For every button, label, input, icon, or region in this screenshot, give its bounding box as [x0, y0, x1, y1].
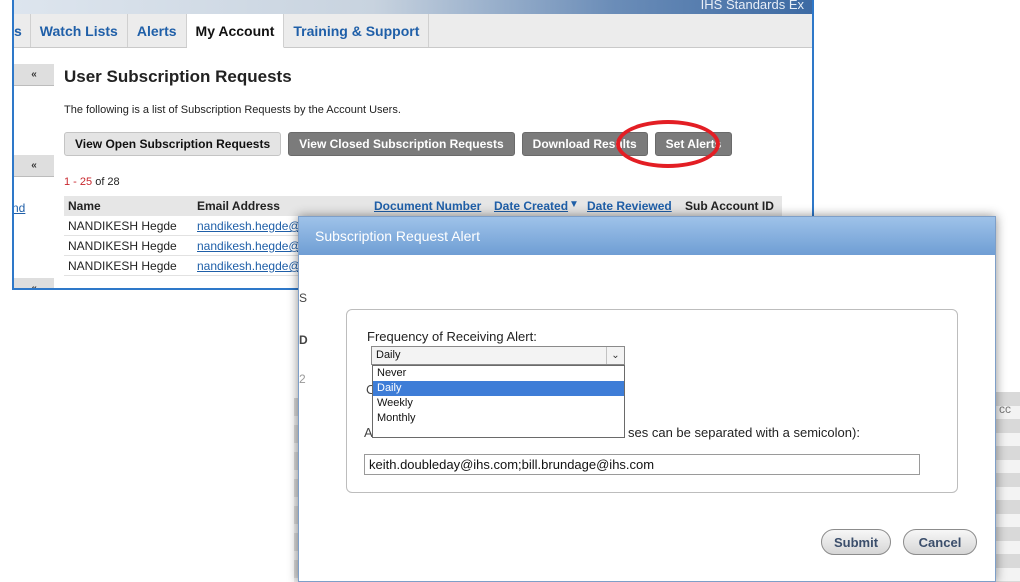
pager: 1 - 25 of 28 [64, 176, 120, 188]
table-header: Name Email Address Document Number Date … [64, 196, 782, 216]
tab-my-account-label: My Account [195, 22, 275, 39]
column-date-created[interactable]: Date Created [494, 199, 568, 213]
subscription-alert-dialog: Subscription Request Alert S D 2 Frequen… [298, 216, 996, 582]
peek-text: 2 [299, 372, 306, 386]
column-name[interactable]: Name [68, 199, 101, 213]
background-rows-right-edge [996, 392, 1020, 582]
peek-text: S [299, 291, 308, 305]
frequency-option-weekly[interactable]: Weekly [373, 396, 624, 411]
column-sub-account-id[interactable]: Sub Account ID [685, 199, 774, 213]
tab-training-support[interactable]: Training & Support [284, 14, 430, 47]
tab-alerts-label: Alerts [136, 22, 177, 39]
peek-text: cc [999, 402, 1011, 416]
column-document-number[interactable]: Document Number [374, 199, 481, 213]
page-title: User Subscription Requests [64, 67, 292, 86]
row-email-link[interactable]: nandikesh.hegde@ [197, 259, 301, 273]
frequency-option-daily[interactable]: Daily [373, 381, 624, 396]
tab-alerts[interactable]: Alerts [128, 14, 187, 47]
banner-text: IHS Standards Ex [700, 0, 804, 12]
pager-total: of 28 [95, 176, 120, 188]
page-description: The following is a list of Subscription … [64, 104, 401, 116]
frequency-option-never[interactable]: Never [373, 366, 624, 381]
site-banner: IHS Standards Ex [14, 0, 812, 14]
frequency-option-monthly[interactable]: Monthly [373, 411, 624, 426]
collapse-icon[interactable]: « [14, 278, 54, 288]
tab-partial[interactable]: s [14, 14, 31, 47]
frequency-label: Frequency of Receiving Alert: [367, 329, 537, 344]
additional-emails-label: ses can be separated with a semicolon): [628, 425, 860, 440]
cancel-button[interactable]: Cancel [903, 529, 977, 555]
row-email-link[interactable]: nandikesh.hegde@ [197, 219, 301, 233]
peek-text: D [299, 333, 308, 347]
row-name: NANDIKESH Hegde [68, 239, 177, 253]
additional-emails-field[interactable]: keith.doubleday@ihs.com;bill.brundage@ih… [364, 454, 920, 475]
tab-my-account[interactable]: My Account [186, 14, 285, 48]
tab-watch-lists[interactable]: Watch Lists [31, 14, 128, 47]
frequency-options-list: Never Daily Weekly Monthly [372, 365, 625, 438]
row-email-link[interactable]: nandikesh.hegde@ [197, 239, 301, 253]
submit-button[interactable]: Submit [821, 529, 891, 555]
view-closed-requests-button[interactable]: View Closed Subscription Requests [288, 132, 515, 156]
row-name: NANDIKESH Hegde [68, 259, 177, 273]
collapse-icon[interactable]: « [14, 64, 54, 86]
tab-partial-label: s [14, 22, 22, 39]
tab-training-support-label: Training & Support [293, 22, 420, 39]
left-sidebar: « « nd « [14, 48, 56, 288]
set-alerts-highlight-circle [616, 120, 720, 168]
alert-settings-group: Frequency of Receiving Alert: Daily ⌄ Ne… [346, 309, 958, 493]
column-email[interactable]: Email Address [197, 199, 280, 213]
frequency-selected-value: Daily [376, 349, 401, 361]
collapse-icon[interactable]: « [14, 155, 54, 177]
sort-desc-icon: ▼ [569, 199, 579, 210]
dialog-titlebar[interactable]: Subscription Request Alert [299, 217, 995, 255]
frequency-select[interactable]: Daily ⌄ [371, 346, 625, 365]
main-tab-bar: s Watch Lists Alerts My Account Training… [14, 14, 812, 48]
pager-range: 1 - 25 [64, 176, 93, 188]
sidebar-link-fragment[interactable]: nd [14, 201, 25, 215]
row-name: NANDIKESH Hegde [68, 219, 177, 233]
dialog-title: Subscription Request Alert [315, 228, 480, 244]
tab-watch-lists-label: Watch Lists [39, 22, 118, 39]
column-date-reviewed[interactable]: Date Reviewed [587, 199, 672, 213]
view-open-requests-button[interactable]: View Open Subscription Requests [64, 132, 282, 156]
chevron-down-icon[interactable]: ⌄ [606, 347, 624, 364]
